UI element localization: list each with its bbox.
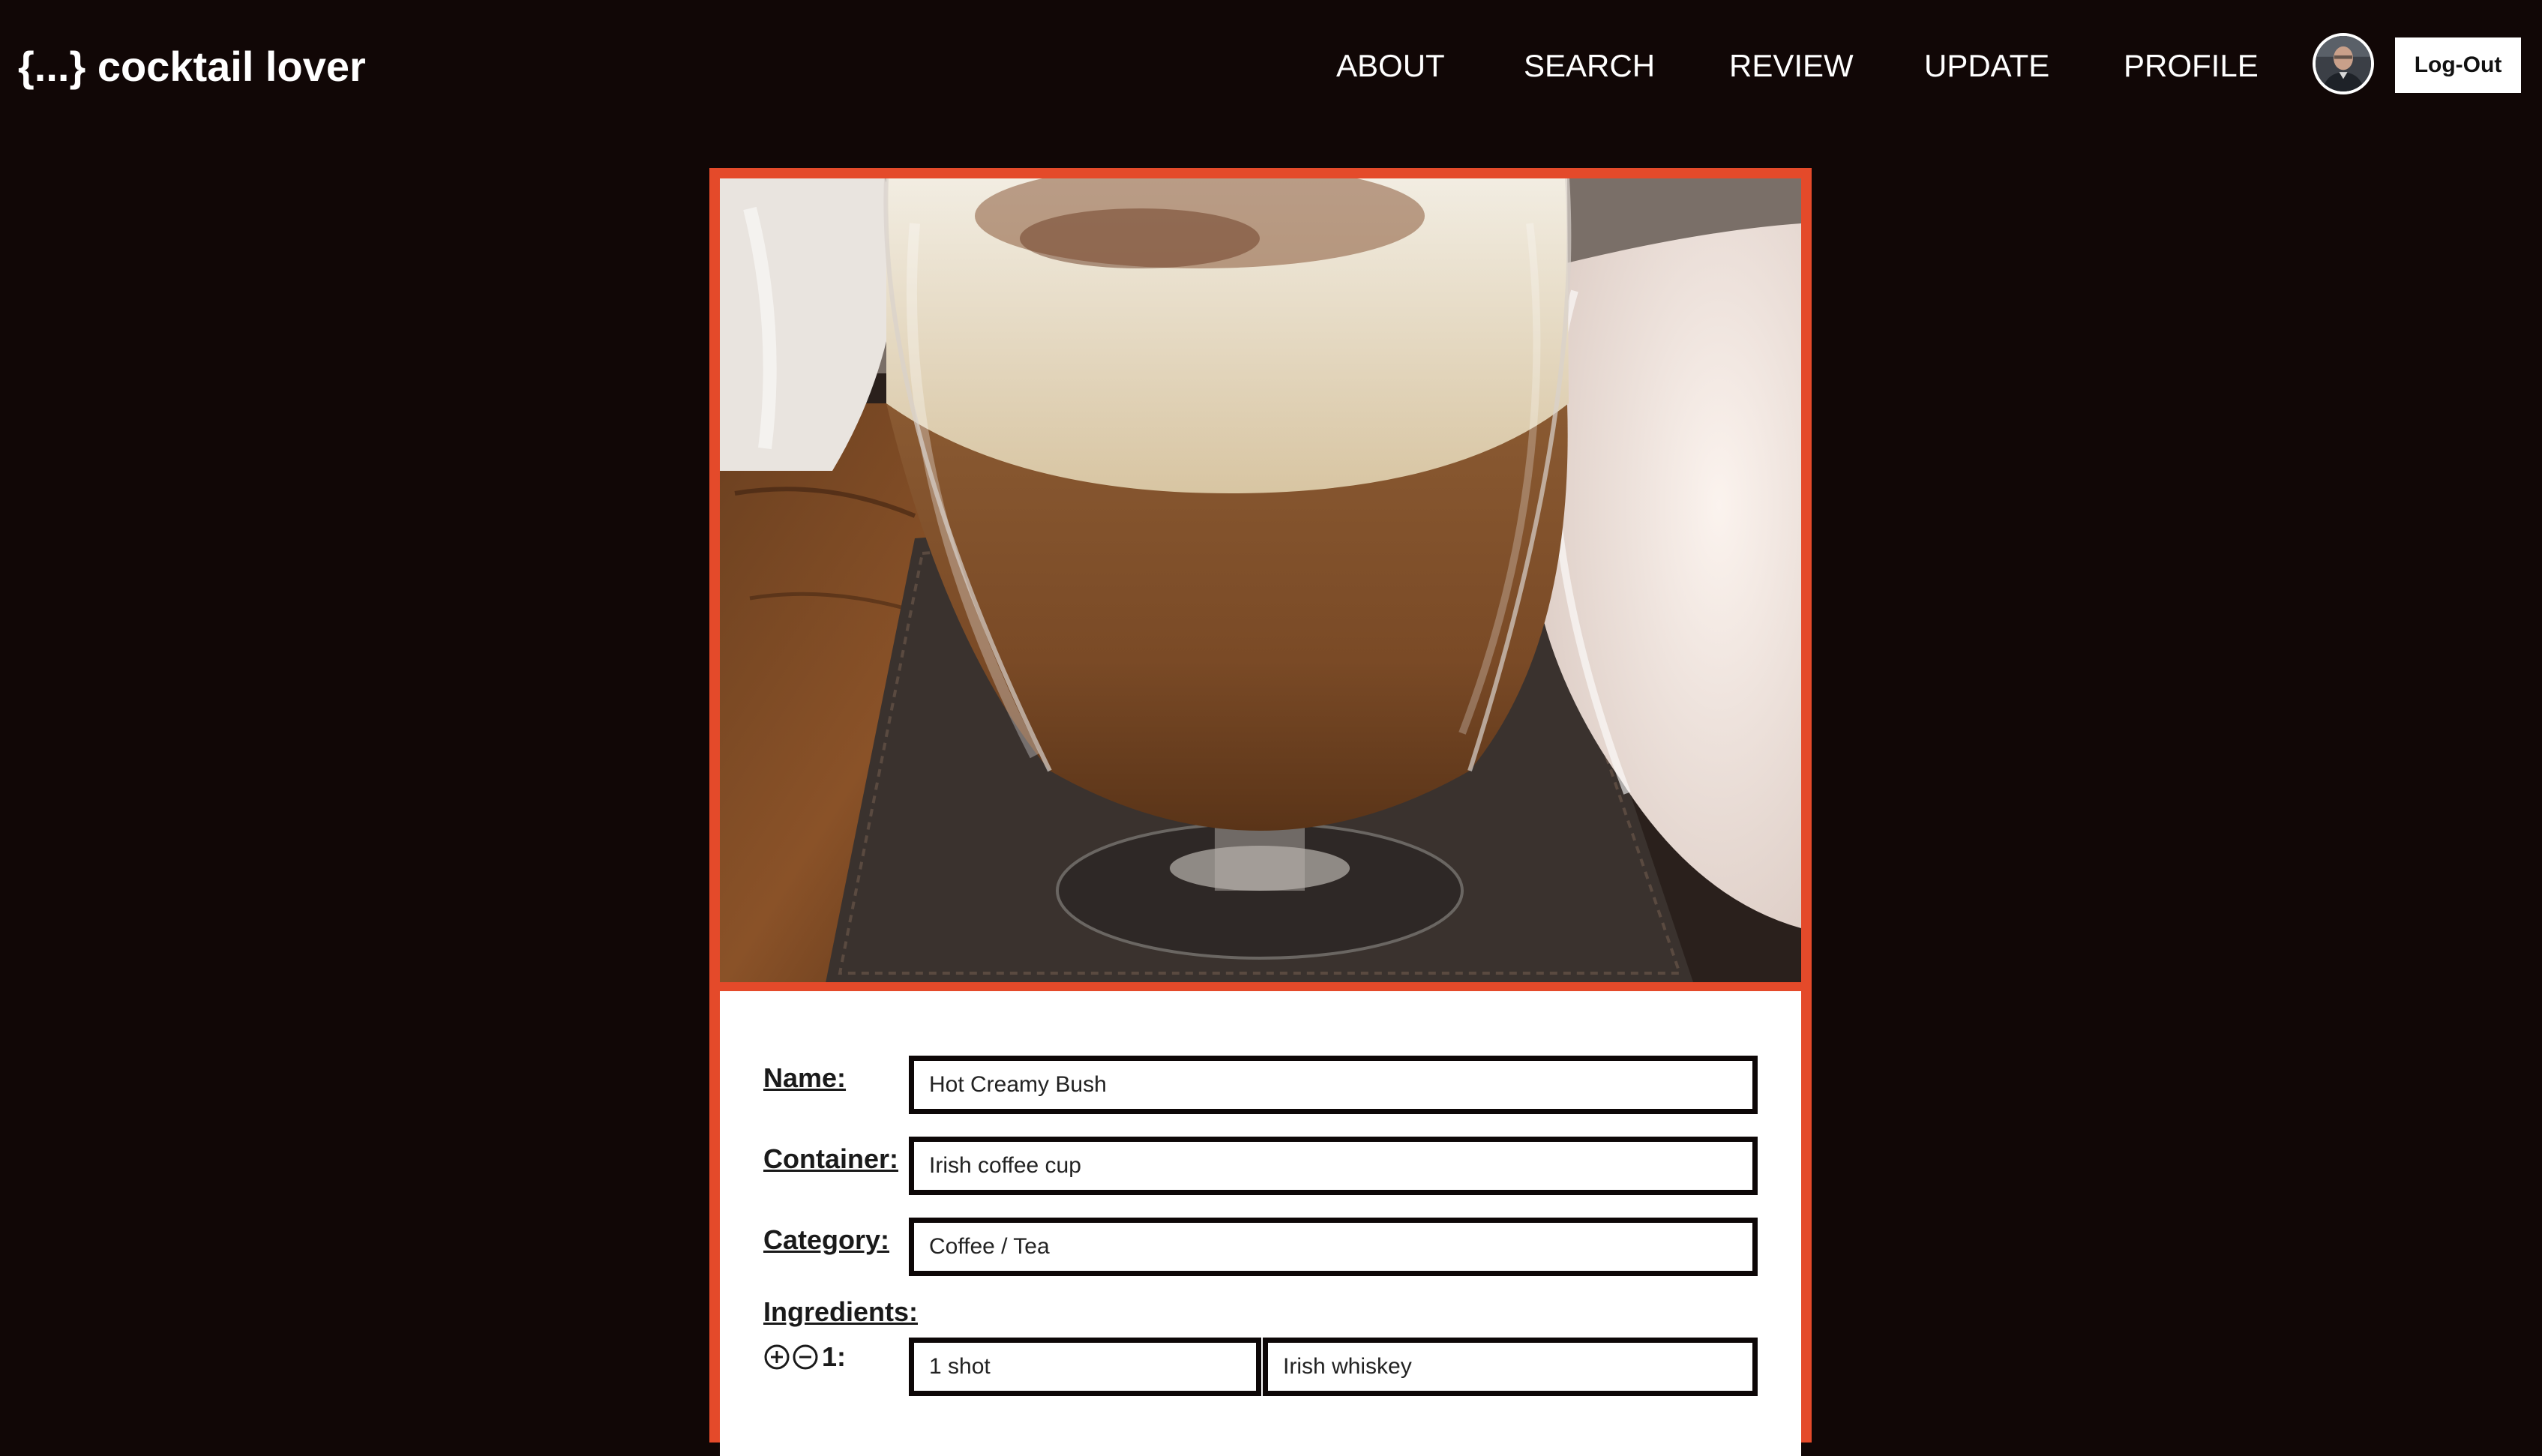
- ingredient-row-controls: 1:: [763, 1341, 846, 1374]
- ingredient-amount-input[interactable]: [909, 1338, 1261, 1396]
- name-input[interactable]: [909, 1056, 1758, 1114]
- container-label: Container:: [763, 1143, 898, 1174]
- remove-ingredient-icon[interactable]: [792, 1344, 819, 1371]
- nav-about[interactable]: ABOUT: [1336, 42, 1445, 90]
- category-label: Category:: [763, 1224, 890, 1255]
- cocktail-card: Name: Container: Category: Ingredients:: [709, 168, 1812, 1456]
- ingredient-name-input[interactable]: [1263, 1338, 1758, 1396]
- logout-button[interactable]: Log-Out: [2395, 37, 2521, 93]
- site-header: {...} cocktail lover ABOUT SEARCH REVIEW…: [0, 0, 2542, 132]
- category-input[interactable]: [909, 1218, 1758, 1276]
- main-nav: ABOUT SEARCH REVIEW UPDATE PROFILE: [0, 42, 2542, 90]
- container-input[interactable]: [909, 1137, 1758, 1195]
- add-ingredient-icon[interactable]: [763, 1344, 790, 1371]
- user-avatar[interactable]: [2313, 33, 2374, 94]
- ingredient-index: 1:: [822, 1341, 847, 1372]
- avatar-portrait-icon: [2316, 36, 2371, 91]
- nav-update[interactable]: UPDATE: [1924, 42, 2049, 90]
- name-label: Name:: [763, 1062, 847, 1093]
- nav-search[interactable]: SEARCH: [1524, 42, 1655, 90]
- cocktail-photo: [720, 178, 1801, 987]
- irish-coffee-image: [720, 178, 1801, 987]
- nav-review[interactable]: REVIEW: [1729, 42, 1854, 90]
- nav-profile[interactable]: PROFILE: [2124, 42, 2259, 90]
- cocktail-form: Name: Container: Category: Ingredients:: [720, 991, 1801, 1456]
- ingredients-label: Ingredients:: [763, 1296, 919, 1327]
